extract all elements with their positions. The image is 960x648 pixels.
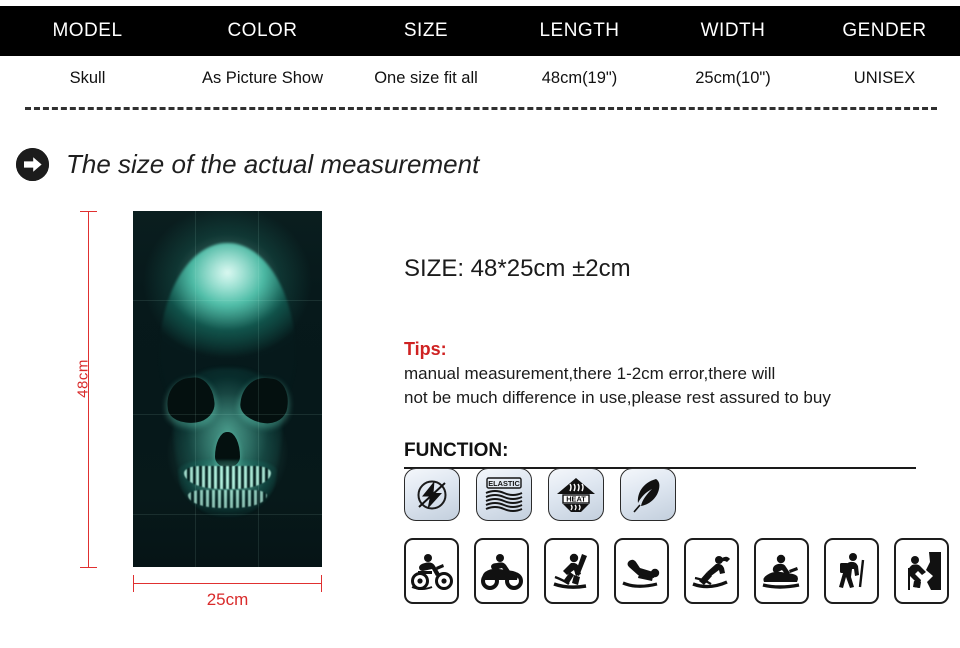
spec-header-color: COLOR xyxy=(227,20,298,41)
product-photo xyxy=(133,211,322,567)
height-dimension-cap-top xyxy=(80,211,97,212)
spec-value-model: Skull xyxy=(69,69,106,87)
height-dimension-label: 48cm xyxy=(74,359,92,398)
water-skiing-icon xyxy=(684,538,739,604)
svg-text:ELASTIC: ELASTIC xyxy=(488,479,520,488)
feature-icon-row: ELASTIC HEAT xyxy=(404,468,676,521)
section-title-label: The size of the actual measurement xyxy=(66,149,480,179)
spec-header-model: MODEL xyxy=(52,20,123,41)
atv-quad-bike-icon xyxy=(474,538,529,604)
spec-header-size: SIZE xyxy=(403,20,449,41)
section-title: The size of the actual measurement xyxy=(16,148,479,181)
spec-value-size: One size fit all xyxy=(374,69,478,87)
width-dimension-label: 25cm xyxy=(206,590,249,609)
info-panel: SIZE: 48*25cm ±2cm Tips: manual measurem… xyxy=(404,255,944,470)
width-dimension-line xyxy=(133,583,322,584)
skull-print-artwork xyxy=(133,211,322,567)
spec-table-value-row: Skull As Picture Show One size fit all 4… xyxy=(0,56,960,101)
elastic-icon: ELASTIC xyxy=(476,468,532,521)
function-heading: FUNCTION: xyxy=(404,440,509,462)
snowmobile-icon xyxy=(754,538,809,604)
arrow-right-circle-icon xyxy=(16,148,49,181)
spec-value-width: 25cm(10") xyxy=(695,69,771,87)
spec-value-length: 48cm(19") xyxy=(541,69,618,87)
lightweight-feather-icon xyxy=(620,468,676,521)
tips-line-2: not be much difference in use,please res… xyxy=(404,388,831,408)
tips-heading: Tips: xyxy=(404,339,447,359)
spec-value-gender: UNISEX xyxy=(853,69,916,87)
spec-value-color: As Picture Show xyxy=(201,69,324,87)
height-dimension-cap-bottom xyxy=(80,567,97,568)
spec-header-gender: GENDER xyxy=(842,20,927,41)
spec-table-header-row: MODEL COLOR SIZE LENGTH WIDTH GENDER xyxy=(0,6,960,56)
tips-block: Tips: manual measurement,there 1-2cm err… xyxy=(404,339,944,410)
skiing-icon xyxy=(544,538,599,604)
hiking-icon xyxy=(824,538,879,604)
anti-static-icon xyxy=(404,468,460,521)
sledding-icon xyxy=(614,538,669,604)
function-block: FUNCTION: xyxy=(404,440,944,470)
svg-text:HEAT: HEAT xyxy=(566,494,586,503)
rock-climbing-icon xyxy=(894,538,949,604)
product-measurement-figure: 48cm 25cm xyxy=(60,200,360,610)
spec-header-length: LENGTH xyxy=(539,20,620,41)
size-statement: SIZE: 48*25cm ±2cm xyxy=(404,255,631,282)
activity-icon-row xyxy=(404,538,949,604)
dashed-divider xyxy=(25,107,937,110)
spec-header-width: WIDTH xyxy=(700,20,766,41)
heat-retention-icon: HEAT xyxy=(548,468,604,521)
spec-table: MODEL COLOR SIZE LENGTH WIDTH GENDER Sku… xyxy=(0,0,960,101)
tips-line-1: manual measurement,there 1-2cm error,the… xyxy=(404,364,776,383)
motorcycle-icon xyxy=(404,538,459,604)
